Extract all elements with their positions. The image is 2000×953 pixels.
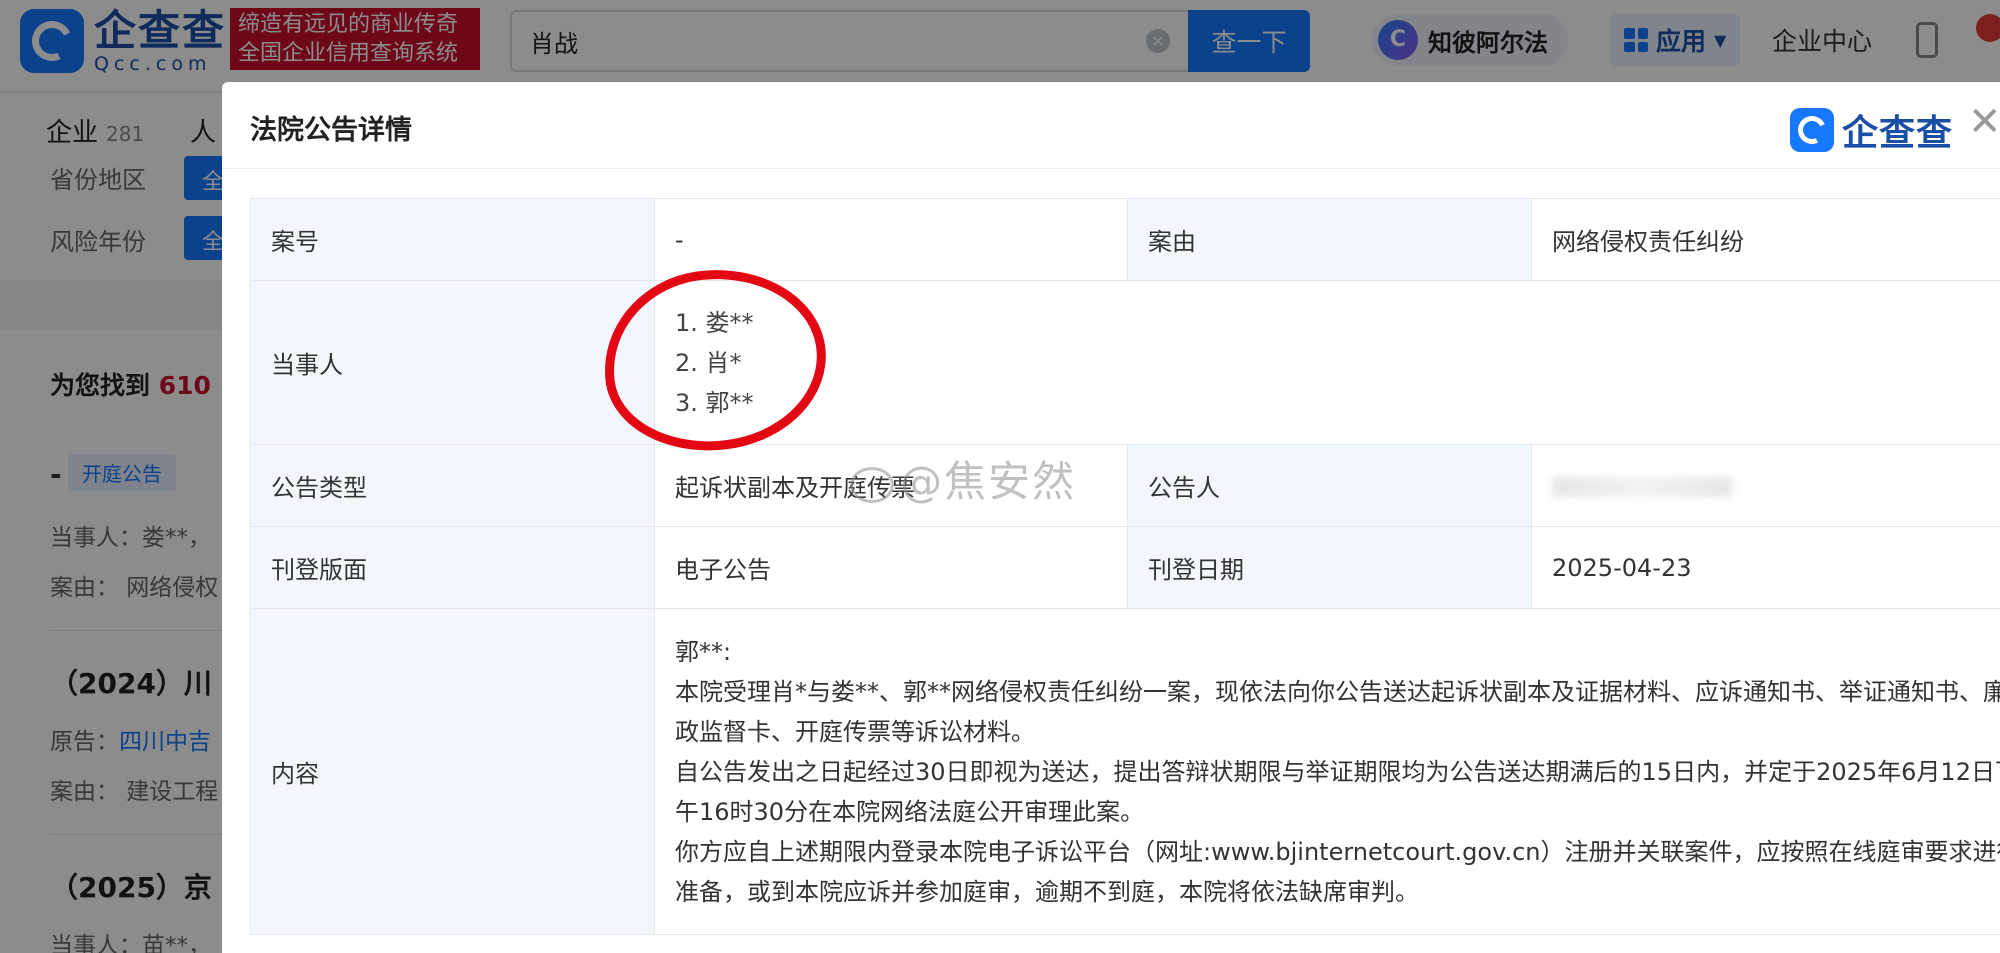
cause-label: 案由 [1127,198,1532,281]
announcer-value [1531,444,2000,527]
content-paragraph: 郭**: [675,637,732,666]
table-row: 刊登版面 电子公告 刊登日期 2025-04-23 [250,526,2000,609]
redacted-announcer [1552,476,1732,497]
content-paragraph: 你方应自上述期限内登录本院电子诉讼平台（网址:www.bjinternetcou… [675,837,2000,906]
announcer-label: 公告人 [1127,444,1532,527]
table-row: 内容 郭**: 本院受理肖*与娄**、郭**网络侵权责任纠纷一案，现依法向你公告… [250,608,2000,935]
modal-title: 法院公告详情 [250,115,412,146]
notice-type-label: 公告类型 [250,444,655,527]
case-no-label: 案号 [250,198,655,281]
party-item: 3. 郭** [675,388,754,417]
modal-logo-text: 企查查 [1842,113,1954,154]
content-paragraph: 本院受理肖*与娄**、郭**网络侵权责任纠纷一案，现依法向你公告送达起诉状副本及… [675,677,2000,746]
notice-detail-table: 案号 - 案由 网络侵权责任纠纷 当事人 1. 娄** 2. 肖* 3. 郭**… [250,198,2000,935]
party-item: 1. 娄** [675,308,754,337]
table-row: 当事人 1. 娄** 2. 肖* 3. 郭** [250,280,2000,445]
table-row: 案号 - 案由 网络侵权责任纠纷 [250,198,2000,281]
publish-date-value: 2025-04-23 [1531,526,2000,609]
court-notice-modal: 法院公告详情 企查查 ✕ 案号 - 案由 网络侵权责任纠纷 当事人 1. 娄**… [222,82,2000,953]
table-row: 公告类型 起诉状副本及开庭传票 公告人 [250,444,2000,527]
case-no-value: - [654,198,1128,281]
content-value: 郭**: 本院受理肖*与娄**、郭**网络侵权责任纠纷一案，现依法向你公告送达起… [654,608,2000,935]
modal-logo: 企查查 [1790,104,1953,156]
content-label: 内容 [250,608,655,935]
publish-page-label: 刊登版面 [250,526,655,609]
parties-label: 当事人 [250,280,655,445]
party-item: 2. 肖* [675,348,742,377]
modal-divider [222,168,2000,169]
publish-page-value: 电子公告 [654,526,1128,609]
parties-value: 1. 娄** 2. 肖* 3. 郭** [654,280,2000,445]
content-paragraph: 自公告发出之日起经过30日即视为送达，提出答辩状期限与举证期限均为公告送达期满后… [675,757,2000,826]
notice-type-value: 起诉状副本及开庭传票 [654,444,1128,527]
publish-date-label: 刊登日期 [1127,526,1532,609]
close-icon[interactable]: ✕ [1968,102,2000,142]
cause-value: 网络侵权责任纠纷 [1531,198,2000,281]
qcc-logo-icon [1790,108,1834,152]
